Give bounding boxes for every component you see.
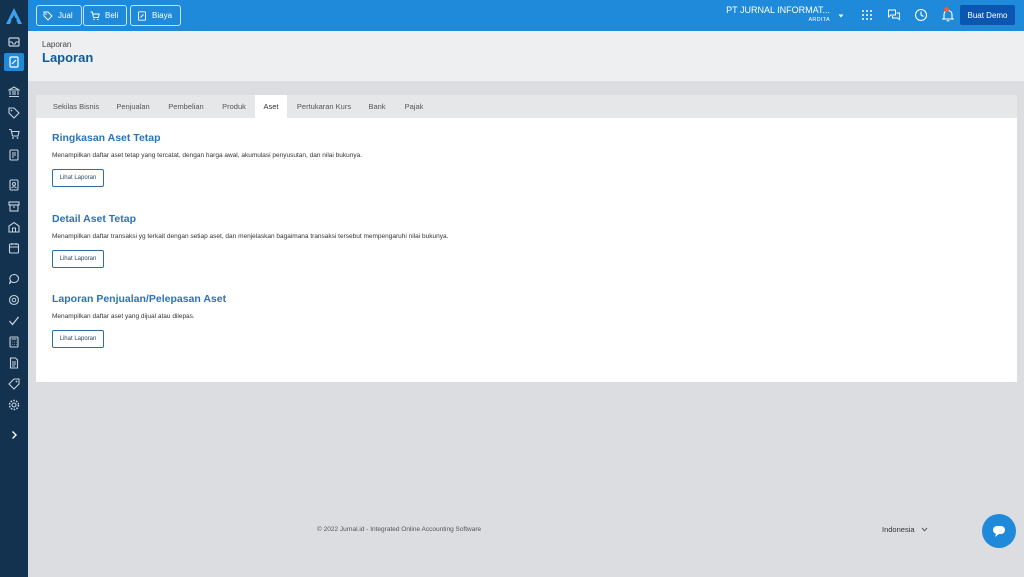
view-report-button[interactable]: Lihat Laporan <box>52 250 104 268</box>
sync-icon[interactable] <box>4 291 24 309</box>
chat-icon <box>993 526 1005 537</box>
products-box-icon[interactable] <box>4 197 24 215</box>
report-card: Sekilas Bisnis Penjualan Pembelian Produ… <box>36 95 1017 382</box>
clock-icon[interactable] <box>914 8 928 22</box>
create-demo-button[interactable]: Buat Demo <box>960 5 1015 25</box>
notification-badge <box>944 7 949 12</box>
cart-icon <box>90 11 100 20</box>
section-title: Laporan Penjualan/Pelepasan Aset <box>52 293 227 305</box>
tab-business-overview[interactable]: Sekilas Bisnis <box>44 95 108 118</box>
footer: © 2022 Jurnal.id - Integrated Online Acc… <box>36 512 1017 548</box>
caret-down-icon[interactable] <box>837 12 845 20</box>
calculator-icon[interactable] <box>4 333 24 351</box>
section-description: Menampilkan daftar aset yang dijual atau… <box>52 313 195 320</box>
chevron-down-icon <box>921 527 927 532</box>
sidebar <box>0 0 28 577</box>
buy-button[interactable]: Beli <box>83 5 128 26</box>
dashboard-icon[interactable] <box>4 33 24 51</box>
language-selector[interactable]: Indonesia <box>882 525 928 534</box>
section-title: Detail Aset Tetap <box>52 213 137 225</box>
reports-icon[interactable] <box>4 53 24 71</box>
calendar-icon[interactable] <box>4 239 24 257</box>
approval-check-icon[interactable] <box>4 312 24 330</box>
top-bar: Jual Beli Biaya PT JURNAL INFORMAT... AR… <box>28 0 1024 31</box>
report-section-fixed-asset-summary: Ringkasan Aset Tetap Menampilkan daftar … <box>52 132 362 187</box>
page-title: Laporan <box>42 50 94 65</box>
tab-assets[interactable]: Aset <box>255 95 287 118</box>
tab-bank[interactable]: Bank <box>361 95 393 118</box>
expense-button[interactable]: Biaya <box>130 5 182 26</box>
expand-sidebar-chevron-icon[interactable] <box>4 426 24 444</box>
live-chat-button[interactable] <box>982 514 1016 548</box>
price-tag-icon[interactable] <box>4 375 24 393</box>
document-icon[interactable] <box>4 354 24 372</box>
page-header: Laporan Laporan <box>28 31 1024 81</box>
messages-icon[interactable] <box>887 8 901 22</box>
expense-icon[interactable] <box>4 146 24 164</box>
section-title: Ringkasan Aset Tetap <box>52 132 161 144</box>
chat-bubble-icon[interactable] <box>4 270 24 288</box>
report-section-asset-disposal: Laporan Penjualan/Pelepasan Aset Menampi… <box>52 293 226 348</box>
buy-button-label: Beli <box>105 11 119 20</box>
company-name: PT JURNAL INFORMAT... <box>726 5 830 15</box>
apps-grid-icon[interactable] <box>860 8 874 22</box>
tag-icon <box>43 11 53 21</box>
expense-icon <box>138 10 146 21</box>
jurnal-logo-icon[interactable] <box>4 7 24 25</box>
view-report-button[interactable]: Lihat Laporan <box>52 169 104 187</box>
expense-button-label: Biaya <box>152 11 173 20</box>
bank-icon[interactable] <box>4 83 24 101</box>
view-report-button[interactable]: Lihat Laporan <box>52 330 104 348</box>
report-section-fixed-asset-detail: Detail Aset Tetap Menampilkan daftar tra… <box>52 213 448 268</box>
section-description: Menampilkan daftar transaksi yg terkait … <box>52 233 449 240</box>
breadcrumb[interactable]: Laporan <box>42 40 71 49</box>
user-name: ARDITA <box>808 17 830 23</box>
language-label: Indonesia <box>882 525 915 534</box>
sales-tag-icon[interactable] <box>4 104 24 122</box>
tab-tax[interactable]: Pajak <box>396 95 432 118</box>
tab-sales[interactable]: Penjualan <box>108 95 158 118</box>
tab-products[interactable]: Produk <box>214 95 254 118</box>
tab-exchange-rates[interactable]: Pertukaran Kurs <box>289 95 359 118</box>
tab-purchases[interactable]: Pembelian <box>158 95 214 118</box>
assets-building-icon[interactable] <box>4 218 24 236</box>
section-description: Menampilkan daftar aset tetap yang terca… <box>52 152 363 159</box>
sell-button-label: Jual <box>58 11 73 20</box>
copyright-text: © 2022 Jurnal.id - Integrated Online Acc… <box>317 526 482 533</box>
report-tabs: Sekilas Bisnis Penjualan Pembelian Produ… <box>36 95 1017 118</box>
sell-button[interactable]: Jual <box>36 5 82 26</box>
contacts-icon[interactable] <box>4 176 24 194</box>
purchase-cart-icon[interactable] <box>4 125 24 143</box>
settings-gear-icon[interactable] <box>4 396 24 414</box>
company-switcher[interactable]: PT JURNAL INFORMAT... ARDITA <box>726 6 830 24</box>
